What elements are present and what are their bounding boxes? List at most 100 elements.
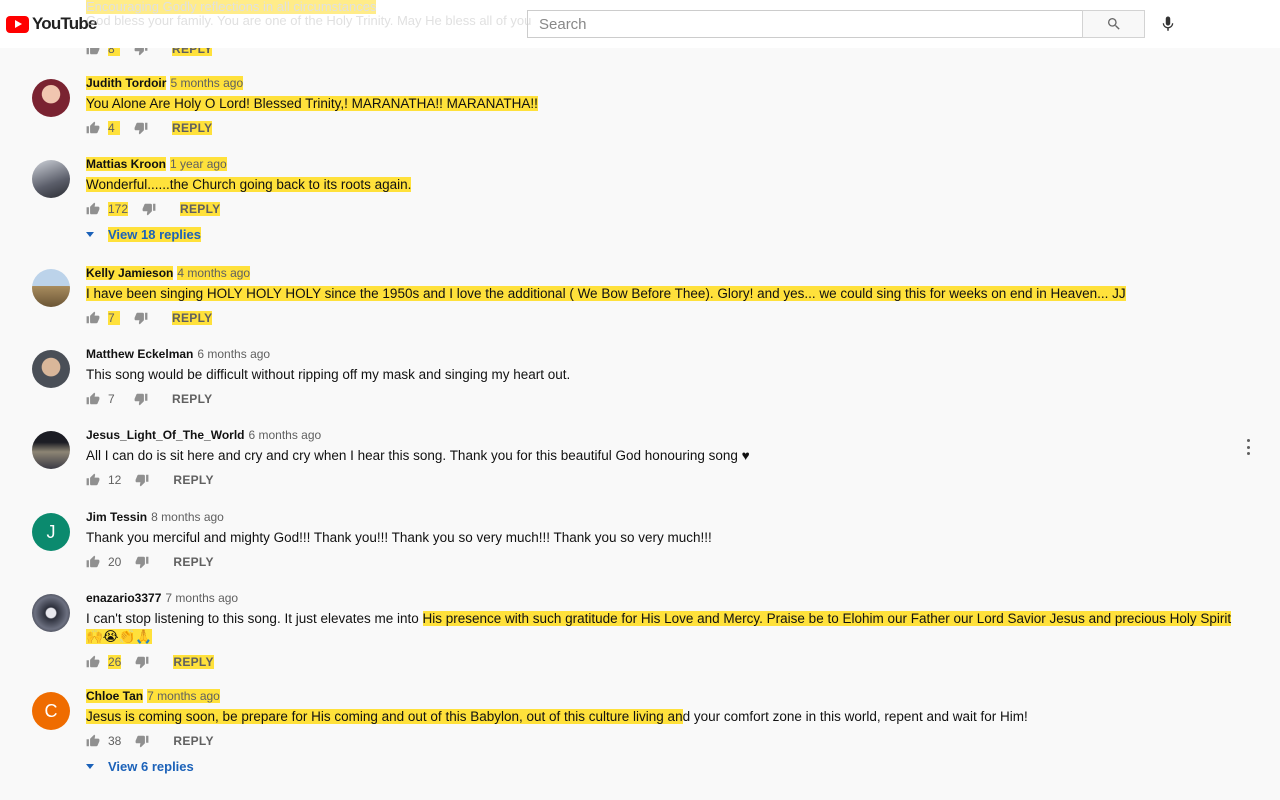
like-icon[interactable] [86,734,100,748]
chevron-down-icon [86,764,94,769]
hidden-comment-text: Encouraging Godly reflections in all cir… [86,0,531,28]
microphone-icon [1162,16,1174,31]
comment-text-highlight: I have been singing HOLY HOLY HOLY since… [86,286,1126,301]
avatar[interactable]: J [32,513,70,551]
author-name[interactable]: Jim Tessin [86,510,147,524]
avatar[interactable] [32,160,70,198]
comment-time[interactable]: 6 months ago [197,347,270,361]
author-name[interactable]: Chloe Tan [86,689,144,703]
like-count: 12 [108,473,122,487]
search-input[interactable]: Search [527,10,1083,38]
comment-header: Matthew Eckelman 6 months ago [86,347,270,361]
comment-time[interactable]: 7 months ago [147,689,220,703]
avatar[interactable] [32,594,70,632]
comment-text-highlight: Jesus is coming soon, be prepare for His… [86,709,683,724]
comment-actions: 12 REPLY [86,472,214,488]
comment-header: Jim Tessin 8 months ago [86,510,224,524]
search-placeholder: Search [539,15,587,33]
comment-time[interactable]: 7 months ago [165,591,238,605]
comment-text: I have been singing HOLY HOLY HOLY since… [86,285,1236,303]
author-name[interactable]: Judith Tordoir [86,76,167,90]
reply-button[interactable]: REPLY [180,202,221,216]
reply-button[interactable]: REPLY [173,655,214,669]
search-icon [1107,18,1120,30]
author-name[interactable]: Jesus_Light_Of_The_World [86,428,244,442]
reply-button[interactable]: REPLY [172,392,212,406]
avatar[interactable] [32,269,70,307]
dislike-icon[interactable] [134,311,148,325]
comment-text: You Alone Are Holy O Lord! Blessed Trini… [86,95,1236,113]
like-icon[interactable] [86,655,100,669]
dislike-icon[interactable] [134,121,148,135]
comment-time[interactable]: 4 months ago [177,266,251,280]
chevron-down-icon [86,232,94,237]
reply-button[interactable]: REPLY [173,473,213,487]
comment-text-highlight: You Alone Are Holy O Lord! Blessed Trini… [86,96,538,111]
like-icon[interactable] [86,473,100,487]
like-count: 172 [108,202,129,216]
search-button[interactable] [1082,10,1145,38]
like-count: 7 [108,311,120,325]
like-icon[interactable] [86,555,100,569]
view-replies-label: View 6 replies [108,759,194,774]
dislike-icon[interactable] [135,473,149,487]
avatar[interactable]: C [32,692,70,730]
comment-header: Mattias Kroon 1 year ago [86,157,227,171]
avatar-letter: J [46,521,56,542]
dislike-icon[interactable] [134,392,148,406]
comment-header: Kelly Jamieson 4 months ago [86,266,251,280]
dislike-icon[interactable] [142,202,156,216]
author-name[interactable]: Kelly Jamieson [86,266,174,280]
reply-button[interactable]: REPLY [172,121,213,135]
avatar[interactable] [32,79,70,117]
author-name[interactable]: Matthew Eckelman [86,347,193,361]
like-icon[interactable] [86,392,100,406]
dislike-icon[interactable] [135,655,149,669]
comment-actions: 38 REPLY [86,733,214,749]
comment-text: Wonderful......the Church going back to … [86,176,1236,194]
comment-text-highlight: His presence with such gratitude for His… [422,611,1232,626]
author-name[interactable]: enazario3377 [86,591,161,605]
comment-text-plain: d your comfort zone in this world, repen… [682,709,1028,724]
youtube-play-icon [6,15,29,33]
comment-actions: 20 REPLY [86,554,214,570]
comment-text: Jesus is coming soon, be prepare for His… [86,708,1236,726]
reply-button[interactable]: REPLY [172,311,213,325]
youtube-logo[interactable]: YouTube [6,14,97,34]
like-icon[interactable] [86,121,100,135]
like-count: 20 [108,555,122,569]
comment-actions: 4 REPLY [86,120,213,136]
comment-header: Judith Tordoir 5 months ago [86,76,244,90]
reply-button[interactable]: REPLY [173,734,213,748]
comment-actions: 26 REPLY [86,654,214,670]
avatar[interactable] [32,350,70,388]
view-replies-button[interactable]: View 18 replies [86,227,201,242]
avatar[interactable] [32,431,70,469]
view-replies-button[interactable]: View 6 replies [86,759,194,774]
reply-button[interactable]: REPLY [173,555,213,569]
comment-time[interactable]: 1 year ago [170,157,227,171]
dislike-icon[interactable] [135,555,149,569]
like-icon[interactable] [86,311,100,325]
avatar-letter: C [44,700,58,721]
view-replies-label: View 18 replies [108,227,201,242]
hidden-comment-line2: God bless your family. You are one of th… [86,13,532,28]
comment-text: This song would be difficult without rip… [86,367,571,382]
like-icon[interactable] [86,202,100,216]
like-count: 26 [108,655,122,669]
comment-time[interactable]: 5 months ago [170,76,244,90]
comment-text: Thank you merciful and mighty God!!! Tha… [86,530,712,545]
comment-text: All I can do is sit here and cry and cry… [86,448,750,463]
comment-text-plain: I can't stop listening to this song. It … [86,611,423,626]
comment-time[interactable]: 8 months ago [151,510,224,524]
author-name[interactable]: Mattias Kroon [86,157,167,171]
voice-search-button[interactable] [1156,12,1180,36]
comment-actions: 172 REPLY [86,201,221,217]
comment-actions: 7 REPLY [86,310,213,326]
more-actions-icon[interactable] [1242,439,1254,455]
dislike-icon[interactable] [135,734,149,748]
comment-time[interactable]: 6 months ago [248,428,321,442]
like-count: 4 [108,121,120,135]
comment-text: I can't stop listening to this song. It … [86,610,1236,646]
like-count: 7 [108,392,115,406]
